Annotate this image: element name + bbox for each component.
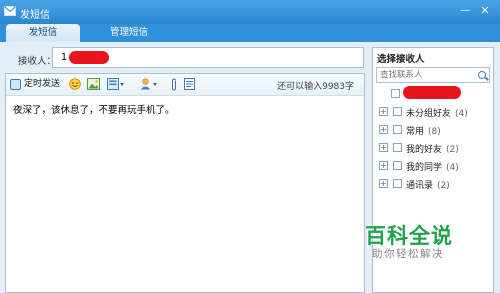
schedule-send-label: 定时发送: [24, 79, 61, 89]
tab-send-sms[interactable]: 发短信: [6, 24, 80, 42]
group-checkbox[interactable]: [393, 107, 402, 116]
tab-manage-sms[interactable]: 管理短信: [92, 24, 166, 42]
message-body: 夜深了，该休息了，不要再玩手机了。: [13, 105, 175, 116]
message-editor[interactable]: 定时发送 还可以输入9983字 夜深了，该休息了，不要再玩手机了。: [5, 73, 365, 293]
smiley-icon[interactable]: [69, 78, 81, 90]
group-count: (4): [455, 109, 468, 119]
minimize-button[interactable]: —: [458, 4, 472, 18]
close-button[interactable]: ✕: [478, 4, 492, 18]
tab-bar: 发短信 管理短信: [0, 24, 500, 42]
expand-icon[interactable]: +: [379, 179, 388, 188]
group-checkbox[interactable]: [393, 161, 402, 170]
editor-toolbar: 定时发送 还可以输入9983字: [6, 74, 364, 96]
expand-icon[interactable]: +: [379, 161, 388, 170]
redacted-recipient: [69, 51, 109, 64]
window-title: 发短信: [20, 10, 50, 21]
contact-search-input[interactable]: [377, 68, 471, 82]
attachment-icon[interactable]: [170, 78, 178, 91]
recipient-label: 接收人：: [18, 56, 57, 67]
title-bar: 发短信 — ✕: [0, 0, 500, 24]
expand-icon[interactable]: +: [379, 107, 388, 116]
group-label: 通讯录: [406, 181, 434, 191]
expand-icon[interactable]: +: [379, 125, 388, 134]
recipient-input[interactable]: 1: [52, 47, 364, 68]
expand-icon[interactable]: +: [379, 143, 388, 152]
contact-icon[interactable]: [140, 78, 158, 90]
envelope-icon: [4, 6, 16, 16]
group-count: (8): [428, 127, 441, 137]
search-icon[interactable]: [478, 71, 486, 79]
group-address-book[interactable]: + 通讯录 (2): [379, 177, 489, 191]
group-ungrouped[interactable]: + 未分组好友 (4): [379, 105, 489, 119]
group-label: 常用: [406, 127, 425, 137]
group-label: 我的同学: [406, 163, 443, 173]
group-count: (2): [446, 145, 459, 155]
group-label: 我的好友: [406, 145, 443, 155]
group-label: 未分组好友: [406, 109, 452, 119]
template-icon[interactable]: [107, 78, 125, 90]
redacted-contact: [403, 86, 461, 99]
group-classmates[interactable]: + 我的同学 (4): [379, 159, 489, 173]
char-remaining-counter: 还可以输入9983字: [277, 82, 354, 92]
schedule-send-button[interactable]: 定时发送: [10, 78, 60, 91]
contact-search[interactable]: [376, 67, 490, 83]
group-count: (2): [437, 181, 450, 191]
group-count: (4): [446, 163, 459, 173]
watermark-subtitle: 助你轻松解决: [372, 248, 444, 260]
recipient-value: 1: [61, 52, 68, 63]
group-frequent[interactable]: + 常用 (8): [379, 123, 489, 137]
clock-icon: [10, 79, 21, 90]
image-icon[interactable]: [87, 78, 100, 90]
group-my-friends[interactable]: + 我的好友 (2): [379, 141, 489, 155]
group-checkbox[interactable]: [393, 179, 402, 188]
contact-checkbox[interactable]: [391, 89, 400, 98]
picker-heading: 选择接收人: [377, 54, 425, 65]
group-checkbox[interactable]: [393, 143, 402, 152]
group-checkbox[interactable]: [393, 125, 402, 134]
note-icon[interactable]: [184, 78, 195, 90]
